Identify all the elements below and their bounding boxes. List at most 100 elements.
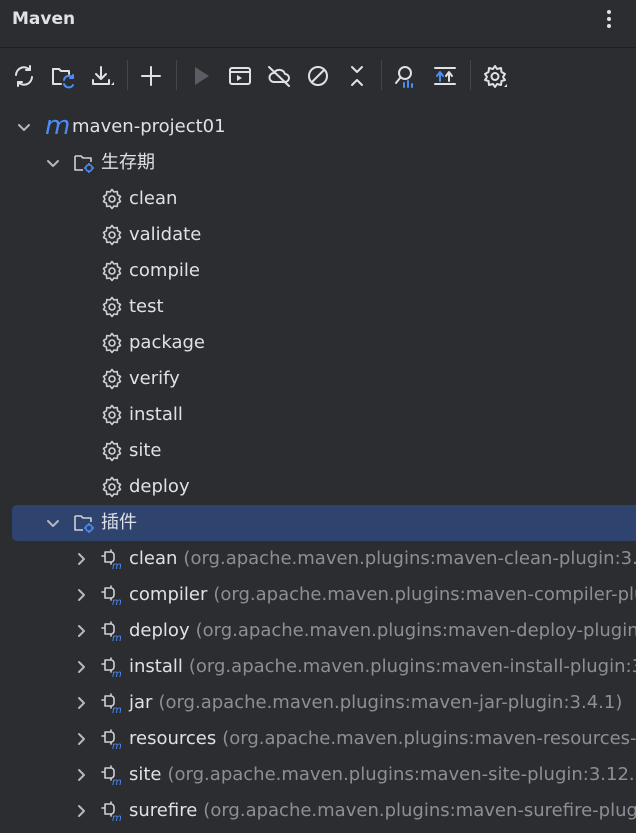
svg-text:m: m — [112, 669, 122, 678]
tool-window-header: Maven — [0, 0, 636, 40]
header-divider — [0, 47, 636, 48]
gear-icon — [101, 296, 123, 318]
tool-window-title: Maven — [12, 9, 76, 29]
collapse-icon[interactable] — [341, 56, 373, 96]
show-dependencies-icon[interactable] — [429, 56, 461, 96]
chevron-down-icon[interactable] — [15, 118, 33, 136]
download-icon[interactable] — [86, 56, 118, 96]
svg-text:m: m — [112, 633, 122, 642]
chevron-right-icon[interactable] — [72, 766, 90, 784]
lifecycle-phase-item[interactable]: deploy — [0, 469, 636, 505]
plugin-name: jar — [129, 692, 153, 713]
maven-tool-window: Maven m maven-project01 生存期 clean valida… — [0, 0, 636, 833]
plugin-name: install — [129, 656, 183, 677]
plugin-item[interactable]: m compiler (org.apache.maven.plugins:maven… — [0, 577, 636, 613]
phase-label: test — [129, 296, 164, 317]
lifecycle-phase-item[interactable]: install — [0, 397, 636, 433]
svg-text:m: m — [112, 561, 122, 570]
tree-node-project[interactable]: m maven-project01 — [0, 109, 636, 145]
gear-icon — [101, 260, 123, 282]
plugin-icon: m — [100, 584, 124, 608]
plugin-icon: m — [100, 620, 124, 644]
maven-project-icon: m — [45, 111, 71, 141]
lifecycle-phase-item[interactable]: site — [0, 433, 636, 469]
plugin-item[interactable]: m surefire (org.apache.maven.plugins:maven… — [0, 793, 636, 829]
plugin-item[interactable]: m clean (org.apache.maven.plugins:maven-cl… — [0, 541, 636, 577]
chevron-right-icon[interactable] — [72, 694, 90, 712]
plugin-artifact: (org.apache.maven.plugins:maven-surefire… — [203, 800, 636, 821]
lifecycle-phase-item[interactable]: clean — [0, 181, 636, 217]
plugin-name: clean — [129, 548, 178, 569]
plugin-icon: m — [100, 692, 124, 716]
chevron-right-icon[interactable] — [72, 802, 90, 820]
plugin-name: resources — [129, 728, 217, 749]
chevron-down-icon[interactable] — [44, 154, 62, 172]
plugin-name: surefire — [129, 800, 198, 821]
gear-icon — [101, 440, 123, 462]
plugin-item[interactable]: m deploy (org.apache.maven.plugins:maven-d… — [0, 613, 636, 649]
lifecycle-phase-item[interactable]: validate — [0, 217, 636, 253]
chevron-right-icon[interactable] — [72, 658, 90, 676]
add-icon[interactable] — [135, 56, 167, 96]
svg-text:m: m — [112, 813, 122, 822]
plugin-item[interactable]: m jar (org.apache.maven.plugins:maven-jar-… — [0, 685, 636, 721]
gear-icon — [101, 224, 123, 246]
chevron-right-icon[interactable] — [72, 550, 90, 568]
plugin-artifact: (org.apache.maven.plugins:maven-install-… — [188, 656, 636, 677]
gear-icon — [101, 476, 123, 498]
reload-folder-icon[interactable] — [47, 56, 79, 96]
tree-node-plugins[interactable]: 插件 — [12, 505, 636, 541]
lifecycle-phase-item[interactable]: test — [0, 289, 636, 325]
run-icon[interactable] — [185, 56, 217, 96]
plugin-icon: m — [100, 548, 124, 572]
skip-tests-icon[interactable] — [302, 56, 334, 96]
settings-icon[interactable] — [479, 56, 511, 96]
offline-icon[interactable] — [263, 56, 295, 96]
svg-text:m: m — [112, 597, 122, 606]
chevron-down-icon[interactable] — [44, 514, 62, 532]
maven-toolbar — [0, 56, 636, 96]
phase-label: package — [129, 332, 205, 353]
phase-label: verify — [129, 368, 180, 389]
execute-goal-icon[interactable] — [224, 56, 256, 96]
phase-label: validate — [129, 224, 202, 245]
more-options-icon[interactable] — [598, 6, 620, 32]
plugin-item[interactable]: m site (org.apache.maven.plugins:maven-sit… — [0, 757, 636, 793]
lifecycle-phase-item[interactable]: package — [0, 325, 636, 361]
reload-icon[interactable] — [8, 56, 40, 96]
analyze-dependencies-icon[interactable] — [389, 56, 421, 96]
lifecycle-phase-item[interactable]: verify — [0, 361, 636, 397]
toolbar-separator — [470, 60, 471, 90]
lifecycle-folder-icon — [73, 152, 95, 174]
tree-node-lifecycle[interactable]: 生存期 — [0, 145, 636, 181]
phase-label: install — [129, 404, 183, 425]
lifecycle-phase-item[interactable]: compile — [0, 253, 636, 289]
plugin-icon: m — [100, 764, 124, 788]
toolbar-separator — [381, 60, 382, 90]
project-label: maven-project01 — [72, 116, 226, 137]
plugin-item[interactable]: m resources (org.apache.maven.plugins:mave… — [0, 721, 636, 757]
svg-text:m: m — [112, 705, 122, 714]
plugin-name: compiler — [129, 584, 208, 605]
phase-label: clean — [129, 188, 178, 209]
plugin-artifact: (org.apache.maven.plugins:maven-clean-pl… — [183, 548, 636, 569]
plugin-item[interactable]: m install (org.apache.maven.plugins:maven-… — [0, 649, 636, 685]
plugin-icon: m — [100, 656, 124, 680]
gear-icon — [101, 188, 123, 210]
plugin-icon: m — [100, 728, 124, 752]
gear-icon — [101, 404, 123, 426]
plugins-folder-icon — [73, 512, 95, 534]
svg-text:m: m — [112, 741, 122, 750]
toolbar-separator — [127, 60, 128, 90]
gear-icon — [101, 332, 123, 354]
plugins-label: 插件 — [101, 512, 137, 533]
plugin-artifact: (org.apache.maven.plugins:maven-site-plu… — [167, 764, 636, 785]
svg-text:m: m — [112, 777, 122, 786]
gear-icon — [101, 368, 123, 390]
chevron-right-icon[interactable] — [72, 622, 90, 640]
chevron-right-icon[interactable] — [72, 730, 90, 748]
toolbar-separator — [176, 60, 177, 90]
chevron-right-icon[interactable] — [72, 586, 90, 604]
phase-label: compile — [129, 260, 200, 281]
plugin-name: site — [129, 764, 162, 785]
